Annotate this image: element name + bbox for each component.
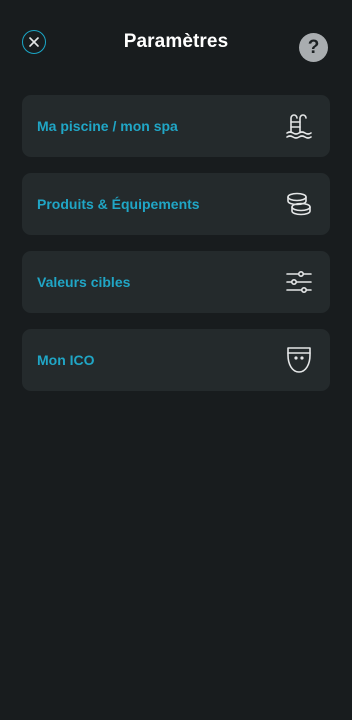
ico-device-icon	[284, 345, 314, 375]
pool-ladder-icon	[284, 111, 314, 141]
menu-item-my-ico[interactable]: Mon ICO	[22, 329, 330, 391]
menu-item-pool-spa[interactable]: Ma piscine / mon spa	[22, 95, 330, 157]
app-header: Paramètres ?	[0, 0, 352, 90]
menu-item-products-equipment[interactable]: Produits & Équipements	[22, 173, 330, 235]
menu-item-label: Ma piscine / mon spa	[37, 118, 178, 134]
menu-item-label: Valeurs cibles	[37, 274, 131, 290]
settings-menu: Ma piscine / mon spa Produits & Équipeme…	[22, 95, 330, 407]
menu-item-label: Produits & Équipements	[37, 196, 200, 212]
help-button[interactable]: ?	[299, 33, 328, 62]
sliders-icon	[284, 267, 314, 297]
tablets-stack-icon	[284, 189, 314, 219]
menu-item-label: Mon ICO	[37, 352, 95, 368]
menu-item-target-values[interactable]: Valeurs cibles	[22, 251, 330, 313]
